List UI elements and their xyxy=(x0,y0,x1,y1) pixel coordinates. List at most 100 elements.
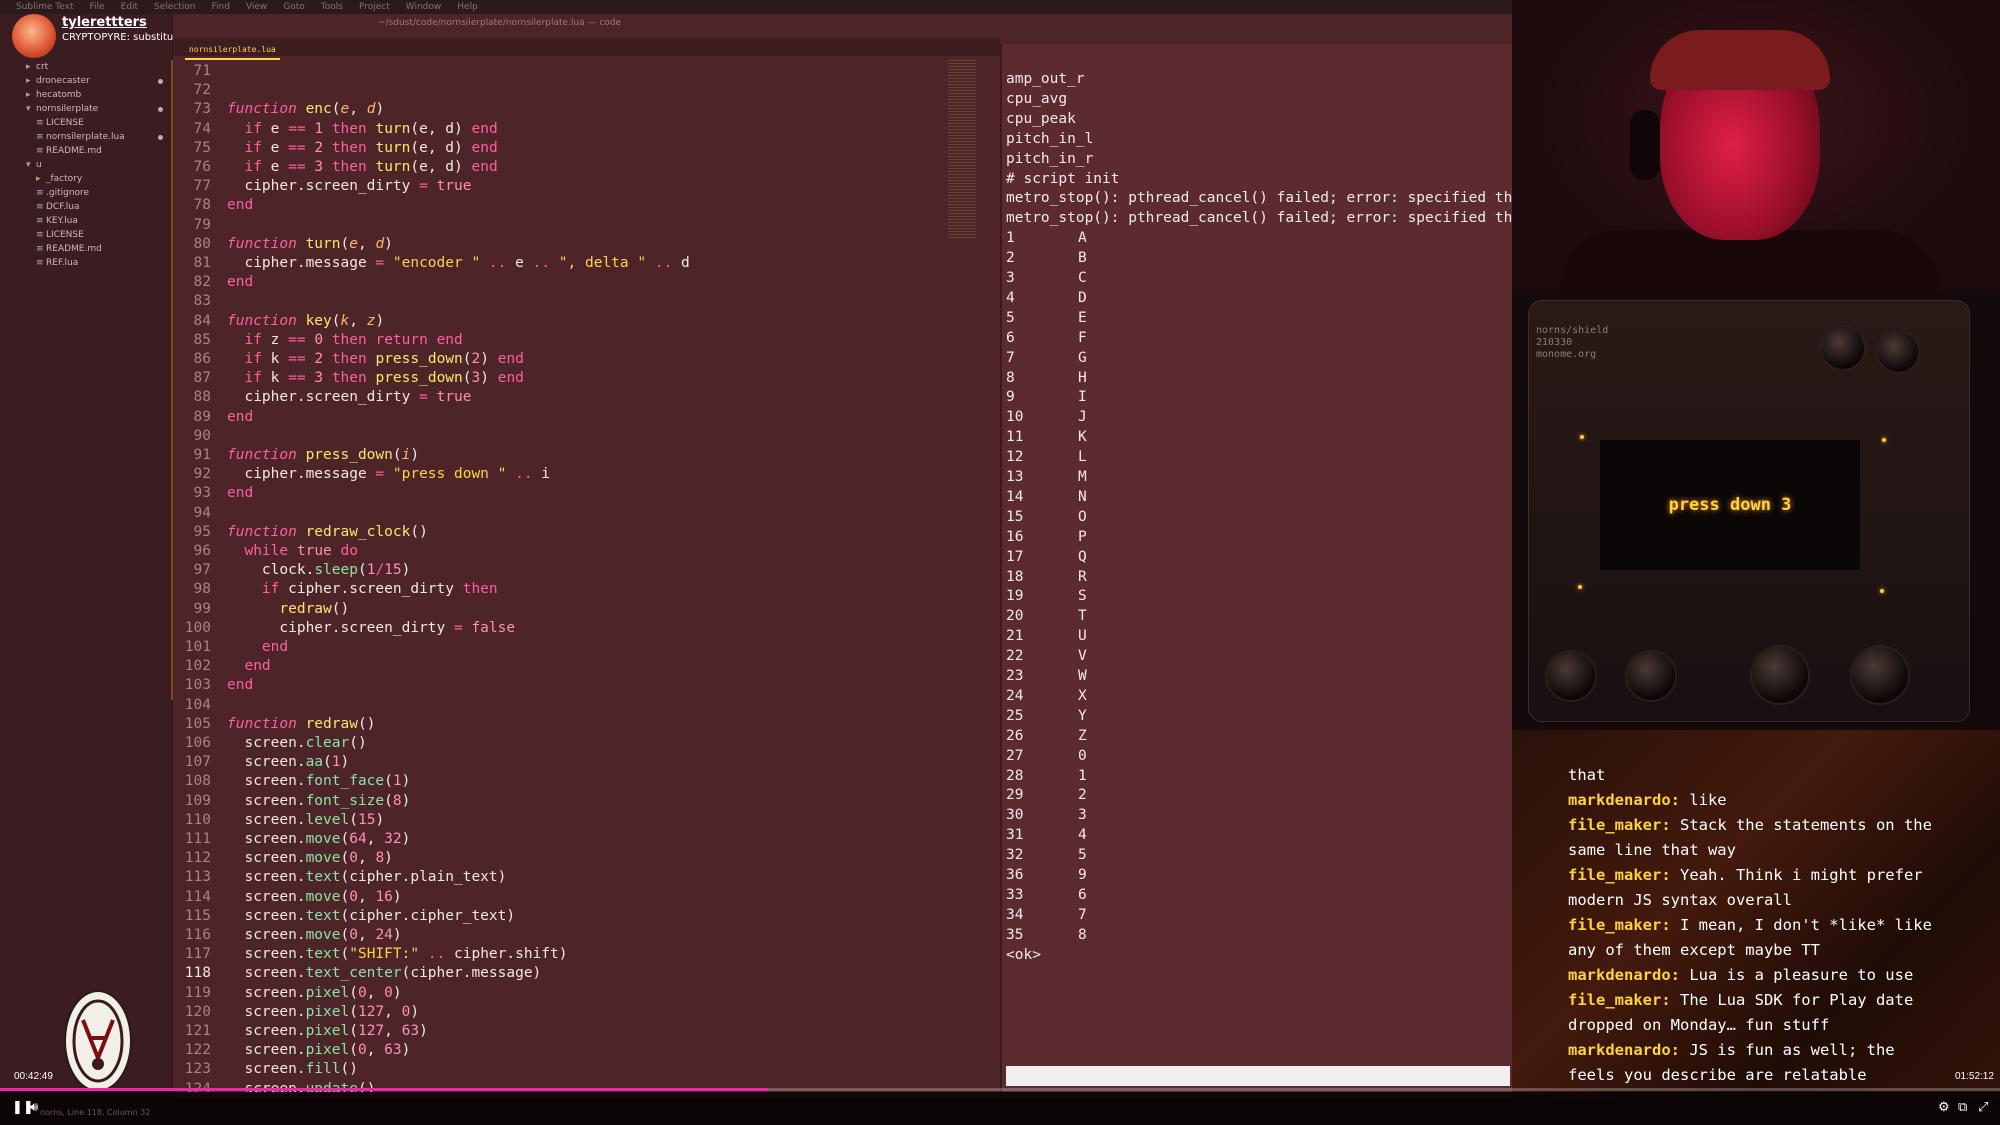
avatar[interactable] xyxy=(12,14,56,58)
code-line[interactable]: 77 cipher.screen_dirty = true xyxy=(173,177,1000,196)
menu-item[interactable]: View xyxy=(246,2,267,12)
sidebar-item-label: KEY.lua xyxy=(46,216,78,226)
code-line[interactable]: 120 screen.pixel(127, 0) xyxy=(173,1003,1000,1022)
menu-item[interactable]: Project xyxy=(359,2,390,12)
code-line[interactable]: 121 screen.pixel(127, 63) xyxy=(173,1022,1000,1041)
code-line[interactable]: 72 xyxy=(173,81,1000,100)
chat-username[interactable]: file_maker: xyxy=(1568,816,1671,834)
code-line[interactable]: 84 function key(k, z) xyxy=(173,312,1000,331)
code-line[interactable]: 83 xyxy=(173,292,1000,311)
code-line[interactable]: 71 xyxy=(173,62,1000,81)
chat-username[interactable]: file_maker: xyxy=(1568,991,1671,1009)
terminal-index: 33 xyxy=(1006,886,1024,903)
code-line[interactable]: 86 if k == 2 then press_down(2) end xyxy=(173,350,1000,369)
code-line[interactable]: 79 xyxy=(173,216,1000,235)
chat-username[interactable]: markdenardo: xyxy=(1568,966,1680,984)
menu-item[interactable]: Tools xyxy=(321,2,343,12)
tab-nornsilerplate[interactable]: nornsilerplate.lua xyxy=(185,45,280,60)
sidebar-item[interactable]: ≡ README.md xyxy=(36,242,102,256)
code-line[interactable]: 101 end xyxy=(173,638,1000,657)
code-line[interactable]: 104 xyxy=(173,696,1000,715)
sidebar-item[interactable]: ≡ DCF.lua xyxy=(36,200,80,214)
code-line[interactable]: 114 screen.move(0, 16) xyxy=(173,888,1000,907)
code-line[interactable]: 123 screen.fill() xyxy=(173,1060,1000,1079)
terminal-index: 15 xyxy=(1006,508,1024,525)
menu-item[interactable]: File xyxy=(90,2,105,12)
code-line[interactable]: 74 if e == 1 then turn(e, d) end xyxy=(173,120,1000,139)
code-line[interactable]: 76 if e == 3 then turn(e, d) end xyxy=(173,158,1000,177)
code-line[interactable]: 115 screen.text(cipher.cipher_text) xyxy=(173,907,1000,926)
code-line[interactable]: 110 screen.level(15) xyxy=(173,811,1000,830)
sidebar-item[interactable]: ▸ _factory xyxy=(36,172,82,186)
code-line[interactable]: 108 screen.font_face(1) xyxy=(173,772,1000,791)
menu-item[interactable]: Selection xyxy=(154,2,195,12)
code-line[interactable]: 78 end xyxy=(173,196,1000,215)
code-line[interactable]: 103 end xyxy=(173,676,1000,695)
sidebar-item[interactable]: ▸ crt xyxy=(26,60,48,74)
sidebar-item[interactable]: ▾ u xyxy=(26,158,42,172)
code-line[interactable]: 99 redraw() xyxy=(173,600,1000,619)
terminal-input[interactable] xyxy=(1006,1066,1510,1086)
sidebar-item[interactable]: ≡ nornsilerplate.lua xyxy=(36,130,125,144)
code-line[interactable]: 87 if k == 3 then press_down(3) end xyxy=(173,369,1000,388)
menu-item[interactable]: Sublime Text xyxy=(16,2,74,12)
streamer-name[interactable]: tylerettters xyxy=(62,15,147,30)
chat-username[interactable]: file_maker: xyxy=(1568,866,1671,884)
sidebar-item[interactable]: ≡ LICENSE xyxy=(36,228,84,242)
code-line[interactable]: 80 function turn(e, d) xyxy=(173,235,1000,254)
menu-item[interactable]: Edit xyxy=(121,2,138,12)
code-line[interactable]: 98 if cipher.screen_dirty then xyxy=(173,580,1000,599)
code-line[interactable]: 106 screen.clear() xyxy=(173,734,1000,753)
chat-username[interactable]: file_maker: xyxy=(1568,916,1671,934)
code-line[interactable]: 116 screen.move(0, 24) xyxy=(173,926,1000,945)
fullscreen-icon[interactable]: ⤢ xyxy=(1978,1100,1988,1115)
menu-item[interactable]: Goto xyxy=(283,2,305,12)
line-number: 100 xyxy=(184,619,211,636)
code-line[interactable]: 109 screen.font_size(8) xyxy=(173,792,1000,811)
code-line[interactable]: 102 end xyxy=(173,657,1000,676)
sidebar-item-label: crt xyxy=(36,62,49,72)
code-line[interactable]: 94 xyxy=(173,504,1000,523)
code-line[interactable]: 88 cipher.screen_dirty = true xyxy=(173,388,1000,407)
code-line[interactable]: 118 screen.text_center(cipher.message) xyxy=(173,964,1000,983)
code-line[interactable]: 113 screen.text(cipher.plain_text) xyxy=(173,868,1000,887)
code-line[interactable]: 75 if e == 2 then turn(e, d) end xyxy=(173,139,1000,158)
chat-username[interactable]: markdenardo: xyxy=(1568,1041,1680,1059)
code-line[interactable]: 95 function redraw_clock() xyxy=(173,523,1000,542)
code-line[interactable]: 107 screen.aa(1) xyxy=(173,753,1000,772)
settings-icon[interactable]: ⚙︎ xyxy=(1938,1100,1950,1115)
code-line[interactable]: 93 end xyxy=(173,484,1000,503)
menu-item[interactable]: Window xyxy=(406,2,442,12)
code-line[interactable]: 111 screen.move(64, 32) xyxy=(173,830,1000,849)
code-line[interactable]: 119 screen.pixel(0, 0) xyxy=(173,984,1000,1003)
chat-username[interactable]: markdenardo: xyxy=(1568,791,1680,809)
sidebar-item[interactable]: ▸ hecatomb xyxy=(26,88,81,102)
code-line[interactable]: 92 cipher.message = "press down " .. i xyxy=(173,465,1000,484)
code-line[interactable]: 105 function redraw() xyxy=(173,715,1000,734)
code-line[interactable]: 89 end xyxy=(173,408,1000,427)
sidebar-item[interactable]: ≡ LICENSE xyxy=(36,116,84,130)
sidebar-item[interactable]: ≡ .gitignore xyxy=(36,186,89,200)
code-line[interactable]: 90 xyxy=(173,427,1000,446)
code-line[interactable]: 91 function press_down(i) xyxy=(173,446,1000,465)
minimap[interactable] xyxy=(948,60,976,240)
volume-icon[interactable]: 🔊︎ xyxy=(30,1100,38,1115)
code-line[interactable]: 100 cipher.screen_dirty = false xyxy=(173,619,1000,638)
code-line[interactable]: 97 clock.sleep(1/15) xyxy=(173,561,1000,580)
code-line[interactable]: 96 while true do xyxy=(173,542,1000,561)
code-line[interactable]: 112 screen.move(0, 8) xyxy=(173,849,1000,868)
code-line[interactable]: 73 function enc(e, d) xyxy=(173,100,1000,119)
sidebar-item[interactable]: ▾ nornsilerplate xyxy=(26,102,98,116)
code-line[interactable]: 117 screen.text("SHIFT:" .. cipher.shift… xyxy=(173,945,1000,964)
picture-in-picture-icon[interactable]: ⧉ xyxy=(1958,1100,1967,1115)
sidebar-item[interactable]: ▸ dronecaster xyxy=(26,74,90,88)
menu-item[interactable]: Help xyxy=(457,2,478,12)
sidebar-item[interactable]: ≡ REF.lua xyxy=(36,256,78,270)
sidebar-item[interactable]: ≡ KEY.lua xyxy=(36,214,78,228)
code-line[interactable]: 85 if z == 0 then return end xyxy=(173,331,1000,350)
code-line[interactable]: 81 cipher.message = "encoder " .. e .. "… xyxy=(173,254,1000,273)
code-line[interactable]: 122 screen.pixel(0, 63) xyxy=(173,1041,1000,1060)
menu-item[interactable]: Find xyxy=(211,2,229,12)
code-line[interactable]: 82 end xyxy=(173,273,1000,292)
sidebar-item[interactable]: ≡ README.md xyxy=(36,144,102,158)
